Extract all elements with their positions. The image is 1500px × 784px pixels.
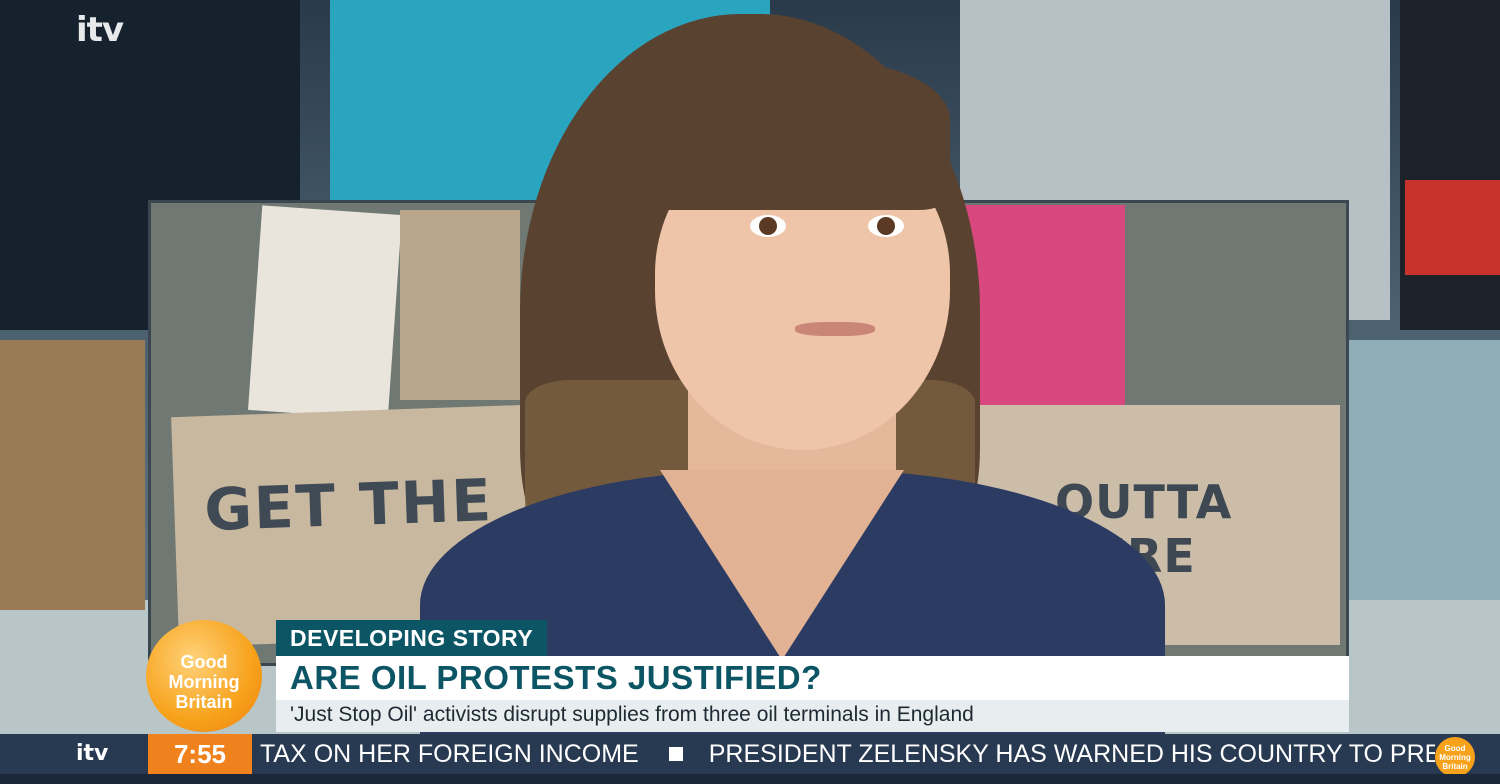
ticker-text: TAX ON HER FOREIGN INCOME PRESIDENT ZELEN… bbox=[260, 734, 1435, 774]
studio-red-panel bbox=[1405, 180, 1500, 275]
badge-line: Britain bbox=[1442, 762, 1468, 771]
logo-line: Britain bbox=[175, 692, 233, 712]
guest-mouth bbox=[795, 322, 875, 336]
guest-left-eye bbox=[750, 215, 786, 237]
ticker-itv-logo: itv bbox=[76, 741, 109, 766]
headline: ARE OIL PROTESTS JUSTIFIED? bbox=[290, 659, 822, 696]
studio-prop-left bbox=[0, 340, 145, 610]
clock: 7:55 bbox=[148, 734, 252, 774]
guest-right-eye bbox=[868, 215, 904, 237]
itv-logo: itv bbox=[76, 10, 124, 50]
protest-sign-cardboard bbox=[400, 210, 520, 400]
protest-sign-white bbox=[248, 205, 402, 420]
badge-line: Morning bbox=[1439, 753, 1471, 762]
ticker-item: TAX ON HER FOREIGN INCOME bbox=[260, 740, 639, 768]
ticker-gmb-badge-icon: Good Morning Britain bbox=[1435, 737, 1475, 777]
guest-neckline bbox=[660, 470, 904, 660]
badge-line: Good bbox=[1444, 744, 1466, 753]
subline: 'Just Stop Oil' activists disrupt suppli… bbox=[290, 703, 974, 726]
good-morning-britain-logo: Good Morning Britain bbox=[146, 620, 262, 732]
ticker-item: PRESIDENT ZELENSKY HAS WARNED HIS COUNTR… bbox=[708, 740, 1435, 768]
news-ticker: itv 7:55 TAX ON HER FOREIGN INCOME PRESID… bbox=[0, 734, 1500, 777]
logo-line: Morning bbox=[168, 672, 240, 692]
headline-bar: ARE OIL PROTESTS JUSTIFIED? bbox=[276, 656, 1349, 700]
logo-line: Good bbox=[180, 652, 228, 672]
subline-bar: 'Just Stop Oil' activists disrupt suppli… bbox=[276, 700, 1349, 732]
protest-sign-pink bbox=[955, 205, 1125, 405]
studio-backdrop-far-right bbox=[1400, 0, 1500, 330]
ticker-separator-icon bbox=[668, 747, 683, 762]
guest-fringe bbox=[640, 60, 950, 210]
developing-story-tag: DEVELOPING STORY bbox=[276, 620, 548, 656]
bottom-strip bbox=[0, 774, 1500, 784]
